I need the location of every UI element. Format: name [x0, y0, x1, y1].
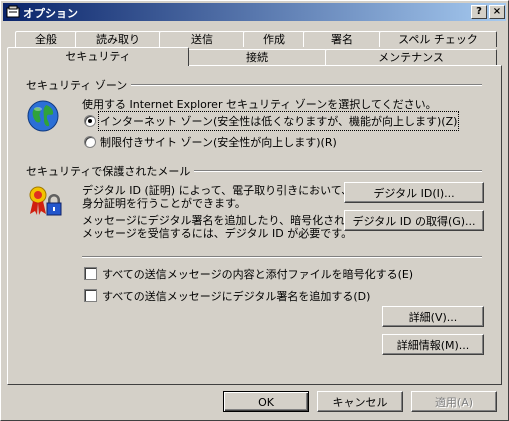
security-zone-description: 使用する Internet Explorer セキュリティ ゾーンを選択してくだ… — [82, 98, 437, 111]
sign-checkbox-label[interactable]: すべての送信メッセージにデジタル署名を追加する(D) — [102, 288, 370, 304]
globe-icon — [27, 100, 59, 132]
tab-connection[interactable]: 接続 — [187, 49, 327, 65]
certificate-lock-icon — [29, 186, 62, 216]
close-button[interactable]: × — [489, 5, 505, 19]
cancel-button[interactable]: キャンセル — [317, 391, 403, 412]
tab-signatures[interactable]: 署名 — [303, 31, 381, 47]
signature-text-line2: メッセージを受信するには、デジタル ID が必要です。 — [82, 227, 353, 240]
security-tab-panel: セキュリティ ゾーン 使用する Internet Explorer セキュリティ… — [7, 65, 502, 385]
security-zone-title: セキュリティ ゾーン — [26, 77, 132, 93]
internet-zone-label[interactable]: インターネット ゾーン(安全性は低くなりますが、機能が向上します)(Z) — [97, 111, 460, 131]
apply-button[interactable]: 適用(A) — [411, 391, 497, 412]
get-digital-id-button[interactable]: デジタル ID の取得(G)... — [344, 210, 484, 231]
encrypt-checkbox[interactable] — [84, 267, 97, 280]
tab-security[interactable]: セキュリティ — [7, 47, 189, 66]
tab-read[interactable]: 読み取り — [75, 31, 161, 47]
tab-send[interactable]: 送信 — [159, 31, 245, 47]
internet-zone-radio[interactable] — [84, 115, 96, 127]
details-button[interactable]: 詳細情報(M)... — [382, 334, 484, 355]
tab-spelling[interactable]: スペル チェック — [379, 31, 497, 47]
advanced-button[interactable]: 詳細(V)... — [382, 306, 484, 327]
radio-selected-dot — [88, 119, 92, 123]
tab-maintenance[interactable]: メンテナンス — [325, 49, 497, 65]
window-title: オプション — [23, 7, 78, 20]
digital-id-button[interactable]: デジタル ID(I)... — [344, 182, 484, 203]
encrypt-checkbox-label[interactable]: すべての送信メッセージの内容と添付ファイルを暗号化する(E) — [102, 266, 413, 282]
tab-compose[interactable]: 作成 — [243, 31, 305, 47]
title-bar[interactable]: オプション ? × — [3, 3, 506, 21]
ok-button[interactable]: OK — [223, 391, 309, 412]
secure-mail-title: セキュリティで保護されたメール — [26, 163, 195, 179]
restricted-zone-radio[interactable] — [84, 136, 96, 148]
tab-general[interactable]: 全般 — [15, 31, 77, 47]
digital-id-text-line2: 身分証明を行うことができます。 — [82, 197, 246, 210]
options-app-icon — [6, 5, 20, 18]
help-button[interactable]: ? — [471, 5, 487, 19]
options-window: オプション ? × 全般 読み取り 送信 作成 署名 スペル チェック セキュリ… — [0, 0, 509, 421]
restricted-zone-label[interactable]: 制限付きサイト ゾーン(安全性が向上します)(R) — [100, 134, 337, 150]
checkbox-divider — [82, 256, 482, 258]
sign-checkbox[interactable] — [84, 289, 97, 302]
